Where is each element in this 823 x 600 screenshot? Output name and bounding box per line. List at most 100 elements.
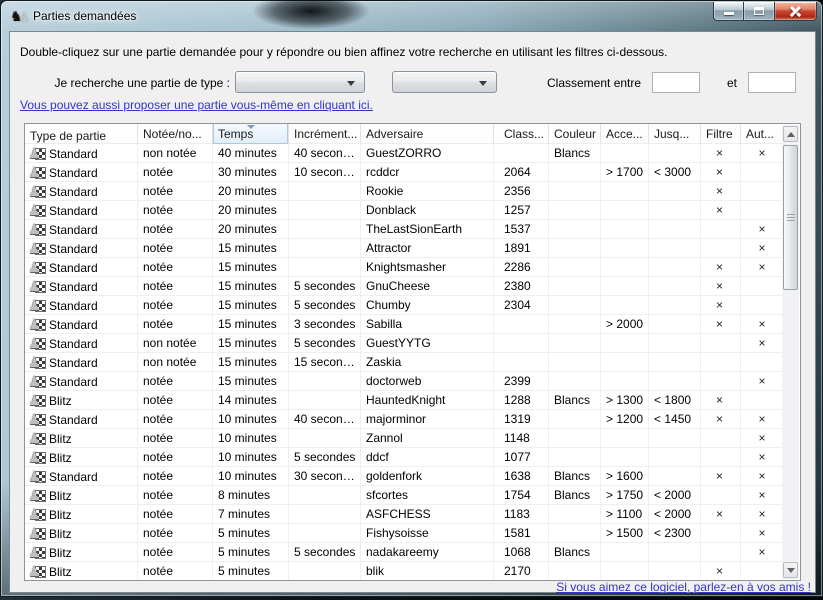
scroll-down-button[interactable] [783,562,798,578]
table-row[interactable]: ♟Standardnotée10 minutes40 second...majo… [25,410,785,429]
cell: 15 minutes [213,277,289,296]
table-row[interactable]: ♟Standardnotée10 minutes30 second...gold… [25,467,785,486]
table-row[interactable]: ♟Standardnotée15 minutesKnightsmasher228… [25,258,785,277]
titlebar[interactable]: ♞ ♙ Parties demandées [1,1,822,31]
column-header-label: Adversaire [366,127,423,141]
cell [701,239,741,258]
table-row[interactable]: ♟Standardnotée20 minutesDonblack1257× [25,201,785,220]
chess-piece-icon: ♟ [30,317,46,333]
tell-friends-link[interactable]: Si vous aimez ce logiciel, parlez-en à v… [556,580,811,594]
cell [494,353,549,372]
cell [549,201,601,220]
table-row[interactable]: ♟Standardnon notée40 minutes40 second...… [25,144,785,163]
table-row[interactable]: ♟Standardnotée30 minutes10 second...rcdd… [25,163,785,182]
table-row[interactable]: ♟Standardnon notée15 minutes5 secondesGu… [25,334,785,353]
cell [601,429,649,448]
column-header-3[interactable]: Incrément... [289,124,361,144]
time-control-dropdown[interactable] [392,71,497,93]
game-type-dropdown[interactable] [235,71,365,93]
column-header-10[interactable]: Aut... [741,124,785,144]
table-row[interactable]: ♟Standardnotée15 minutesAttractor1891× [25,239,785,258]
table-row[interactable]: ♟Standardnon notée15 minutes15 second...… [25,353,785,372]
cell: × [701,258,741,277]
table-row[interactable]: ♟Blitznotée10 minutesZannol1148× [25,429,785,448]
cell: TheLastSionEarth [361,220,494,239]
table-row[interactable]: ♟Blitznotée5 minutesblik2170× [25,562,785,580]
scroll-up-button[interactable] [783,126,798,142]
cell: × [741,144,785,163]
table-row[interactable]: ♟Blitznotée5 minutes5 secondesnadakareem… [25,543,785,562]
cell [649,334,701,353]
cell: > 1600 [601,467,649,486]
maximize-button[interactable] [744,2,775,21]
cell: × [701,391,741,410]
cell: × [701,562,741,580]
table-row[interactable]: ♟Standardnotée15 minutes5 secondesChumby… [25,296,785,315]
cell: × [741,258,785,277]
cell: ♟Standard [25,239,138,258]
table-row[interactable]: ♟Blitznotée7 minutesASFCHESS1183> 1100< … [25,505,785,524]
column-header-5[interactable]: Class... [494,124,549,144]
cell: notée [138,429,213,448]
cell: notée [138,277,213,296]
column-header-label: Class... [504,127,544,141]
table-row[interactable]: ♟Blitznotée10 minutes5 secondesddcf1077× [25,448,785,467]
cell: 10 minutes [213,410,289,429]
cell: Blancs [549,543,601,562]
cell [741,277,785,296]
cell: 1288 [494,391,549,410]
arrow-up-icon [787,132,795,137]
cell: Rookie [361,182,494,201]
column-header-8[interactable]: Jusq... [649,124,701,144]
vertical-scrollbar[interactable] [782,125,799,579]
column-header-2[interactable]: Temps [213,124,289,144]
table-row[interactable]: ♟Standardnotée15 minutes3 secondesSabill… [25,315,785,334]
cell: ♟Blitz [25,543,138,562]
cell: notée [138,505,213,524]
minimize-button[interactable] [713,2,744,21]
cell: × [741,239,785,258]
cell [741,182,785,201]
scrollbar-grip-icon [787,214,795,222]
table-row[interactable]: ♟Standardnotée20 minutesRookie2356× [25,182,785,201]
cell: GnuCheese [361,277,494,296]
column-header-6[interactable]: Couleur [549,124,601,144]
table-row[interactable]: ♟Blitznotée8 minutessfcortes1754Blancs> … [25,486,785,505]
table-row[interactable]: ♟Standardnotée15 minutes5 secondesGnuChe… [25,277,785,296]
cell: notée [138,410,213,429]
propose-game-link[interactable]: Vous pouvez aussi proposer une partie vo… [20,98,373,112]
column-header-1[interactable]: Notée/no... [138,124,213,144]
cell [601,562,649,580]
column-header-9[interactable]: Filtre [701,124,741,144]
cell [289,505,361,524]
cell [549,334,601,353]
table-row[interactable]: ♟Blitznotée14 minutesHauntedKnight1288Bl… [25,391,785,410]
cell: × [701,315,741,334]
cell: 3 secondes [289,315,361,334]
cell [649,467,701,486]
cell [741,562,785,580]
table-row[interactable]: ♟Standardnotée20 minutesTheLastSionEarth… [25,220,785,239]
cell: rcddcr [361,163,494,182]
chess-piece-icon: ♟ [30,241,46,257]
rating-max-input[interactable] [748,72,796,93]
cell [289,220,361,239]
column-header-4[interactable]: Adversaire [361,124,494,144]
app-chess-icon: ♞ ♙ [10,7,30,25]
cell [601,296,649,315]
table-row[interactable]: ♟Blitznotée5 minutesFishysoisse1581> 150… [25,524,785,543]
close-button[interactable] [775,2,817,21]
rating-min-input[interactable] [652,72,700,93]
cell: ASFCHESS [361,505,494,524]
column-header-0[interactable]: Type de partie [25,124,138,144]
cell [549,353,601,372]
column-header-7[interactable]: Acce... [601,124,649,144]
table-row[interactable]: ♟Standardnotée15 minutesdoctorweb2399× [25,372,785,391]
cell [289,429,361,448]
cell [289,524,361,543]
cell [549,448,601,467]
scrollbar-thumb[interactable] [783,145,798,290]
chess-piece-icon: ♟ [30,165,46,181]
cell: 14 minutes [213,391,289,410]
cell [701,429,741,448]
